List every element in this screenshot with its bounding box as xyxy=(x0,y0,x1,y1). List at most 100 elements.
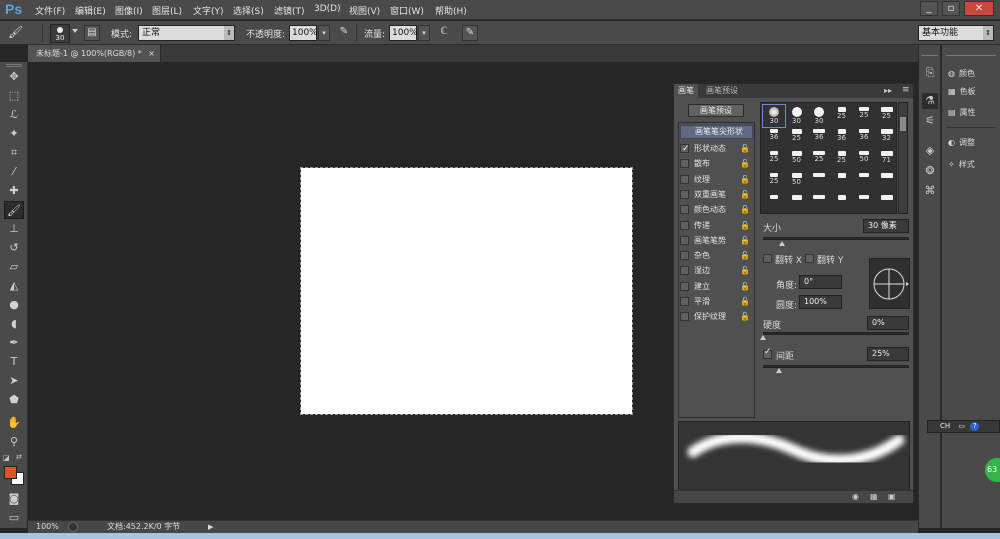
hardness-slider-knob[interactable] xyxy=(760,335,766,340)
brush-option-checkbox[interactable] xyxy=(680,297,689,306)
panel-menu-icon[interactable]: ≡ xyxy=(902,85,910,95)
styles-panel-button[interactable]: ✧ 样式 xyxy=(948,157,1000,173)
toggle-bristle-preview-icon[interactable]: ◉ xyxy=(852,492,859,501)
document-canvas[interactable] xyxy=(300,167,633,415)
brush-option-checkbox[interactable] xyxy=(680,189,689,199)
move-tool-icon[interactable]: ✥ xyxy=(4,68,24,86)
brush-tip[interactable] xyxy=(831,193,853,215)
flow-input[interactable]: 100% xyxy=(389,25,418,41)
brush-tool-icon[interactable]: 🖌 xyxy=(8,25,34,41)
brush-option-checkbox[interactable] xyxy=(680,251,689,261)
flip-y-checkbox[interactable] xyxy=(805,254,814,263)
swap-colors-icon[interactable]: ⇄ xyxy=(16,453,22,461)
quick-mask-icon[interactable]: ◙ xyxy=(4,490,24,508)
healing-brush-tool-icon[interactable]: ✚ xyxy=(4,182,24,200)
spacing-checkbox[interactable]: ✓ xyxy=(763,347,772,359)
brush-tip[interactable] xyxy=(853,171,875,193)
brush-tip-shape-option[interactable]: 画笔笔尖形状 xyxy=(680,125,753,139)
lock-icon[interactable]: 🔓 xyxy=(740,248,750,263)
brush-tip[interactable]: 50 xyxy=(786,149,808,171)
menu-edit[interactable]: 编辑(E) xyxy=(75,4,106,17)
adjustments-panel-button[interactable]: ◐ 调整 xyxy=(948,135,1000,151)
brush-preset-picker[interactable]: 30 xyxy=(50,24,70,43)
brush-tip[interactable] xyxy=(786,193,808,215)
brush-option-checkbox[interactable] xyxy=(680,220,689,230)
brush-tip[interactable]: 30 xyxy=(762,104,786,128)
brush-tip[interactable] xyxy=(853,193,875,215)
preset-dropdown-icon[interactable] xyxy=(72,29,78,33)
status-info-icon[interactable] xyxy=(68,522,78,532)
lock-icon[interactable]: 🔓 xyxy=(740,141,750,156)
flow-dropdown-icon[interactable]: ▾ xyxy=(418,25,430,41)
size-slider[interactable] xyxy=(763,237,909,240)
brush-panel-icon[interactable]: ⚗ xyxy=(922,93,938,109)
lock-icon[interactable]: 🔓 xyxy=(740,156,750,171)
path-selection-tool-icon[interactable]: ➤ xyxy=(4,372,24,390)
brush-option-checkbox[interactable] xyxy=(680,281,689,291)
menu-image[interactable]: 图像(I) xyxy=(115,4,143,17)
brush-tip[interactable]: 32 xyxy=(876,127,898,149)
hardness-input[interactable]: 0% xyxy=(867,316,909,330)
brush-tip[interactable]: 50 xyxy=(786,171,808,193)
open-preset-manager-icon[interactable]: ▦ xyxy=(870,492,878,501)
brush-presets-button[interactable]: 画笔预设 xyxy=(688,104,744,117)
brush-tip[interactable]: 36 xyxy=(808,127,830,149)
workspace-select[interactable]: 基本功能 ⇕ xyxy=(918,25,994,41)
default-colors-icon[interactable]: ◪ xyxy=(3,454,10,462)
brush-tip[interactable]: 30 xyxy=(786,105,808,127)
brush-tip[interactable]: 25 xyxy=(853,105,875,127)
eraser-tool-icon[interactable]: ▱ xyxy=(4,258,24,276)
brush-tip[interactable]: 25 xyxy=(808,149,830,171)
brush-tip[interactable] xyxy=(876,193,898,215)
brush-option-row[interactable]: 散布 🔓 xyxy=(680,156,752,171)
menu-type[interactable]: 文字(Y) xyxy=(193,4,224,17)
layers-icon[interactable]: ◈ xyxy=(922,143,938,159)
brush-tip[interactable] xyxy=(808,171,830,193)
menu-select[interactable]: 选择(S) xyxy=(233,4,264,17)
brush-panel-toggle-icon[interactable]: ▤ xyxy=(84,25,100,41)
shape-tool-icon[interactable]: ⬟ xyxy=(4,391,24,409)
properties-panel-button[interactable]: ▤ 属性 xyxy=(948,105,1000,121)
brush-option-checkbox[interactable] xyxy=(680,312,689,322)
brush-option-checkbox[interactable] xyxy=(680,205,689,215)
airbrush-icon[interactable]: ℂ xyxy=(436,25,452,41)
history-icon[interactable]: ⎘ xyxy=(922,65,938,81)
lock-icon[interactable]: 🔓 xyxy=(740,309,750,324)
foreground-color-swatch[interactable] xyxy=(4,466,17,479)
close-button[interactable]: ✕ xyxy=(964,1,994,16)
size-input[interactable]: 30 像素 xyxy=(863,219,909,233)
brush-tip[interactable] xyxy=(808,193,830,215)
restore-button[interactable]: ▫ xyxy=(942,1,960,16)
brush-tip[interactable]: 25 xyxy=(786,127,808,149)
tab-close-icon[interactable]: × xyxy=(148,45,155,62)
menu-view[interactable]: 视图(V) xyxy=(349,4,380,17)
lasso-tool-icon[interactable]: ℒ xyxy=(4,106,24,124)
strip-grip[interactable] xyxy=(921,55,938,58)
brush-option-row[interactable]: 保护纹理 🔓 xyxy=(680,309,752,324)
history-brush-tool-icon[interactable]: ↺ xyxy=(4,239,24,257)
lock-icon[interactable]: 🔓 xyxy=(740,202,750,217)
brush-option-checkbox[interactable]: ✓ xyxy=(680,144,690,154)
spacing-input[interactable]: 25% xyxy=(867,347,909,361)
eyedropper-tool-icon[interactable]: ⁄ xyxy=(4,163,24,181)
zoom-level[interactable]: 100% xyxy=(36,521,59,533)
brush-option-checkbox[interactable] xyxy=(680,235,689,245)
tab-brush[interactable]: 画笔 xyxy=(674,84,698,98)
opacity-input[interactable]: 100% xyxy=(289,25,318,41)
brush-tip[interactable] xyxy=(763,193,785,215)
lock-icon[interactable]: 🔓 xyxy=(740,294,750,309)
pressure-opacity-icon[interactable]: ✎ xyxy=(336,25,352,41)
status-menu-icon[interactable]: ▶ xyxy=(208,521,213,533)
opacity-dropdown-icon[interactable]: ▾ xyxy=(318,25,330,41)
brush-tip[interactable] xyxy=(876,171,898,193)
scrollbar-thumb[interactable] xyxy=(900,117,906,131)
brush-tip[interactable]: 25 xyxy=(763,171,785,193)
brush-tip[interactable]: 36 xyxy=(853,127,875,149)
brush-option-row[interactable]: 传递 🔓 xyxy=(680,218,752,233)
flip-x-checkbox[interactable] xyxy=(763,254,772,263)
brush-option-checkbox[interactable] xyxy=(680,174,689,184)
quick-select-tool-icon[interactable]: ✦ xyxy=(4,125,24,143)
menu-file[interactable]: 文件(F) xyxy=(35,4,65,17)
menu-layer[interactable]: 图层(L) xyxy=(152,4,182,17)
mode-select[interactable]: 正常 ⇕ xyxy=(138,25,235,41)
